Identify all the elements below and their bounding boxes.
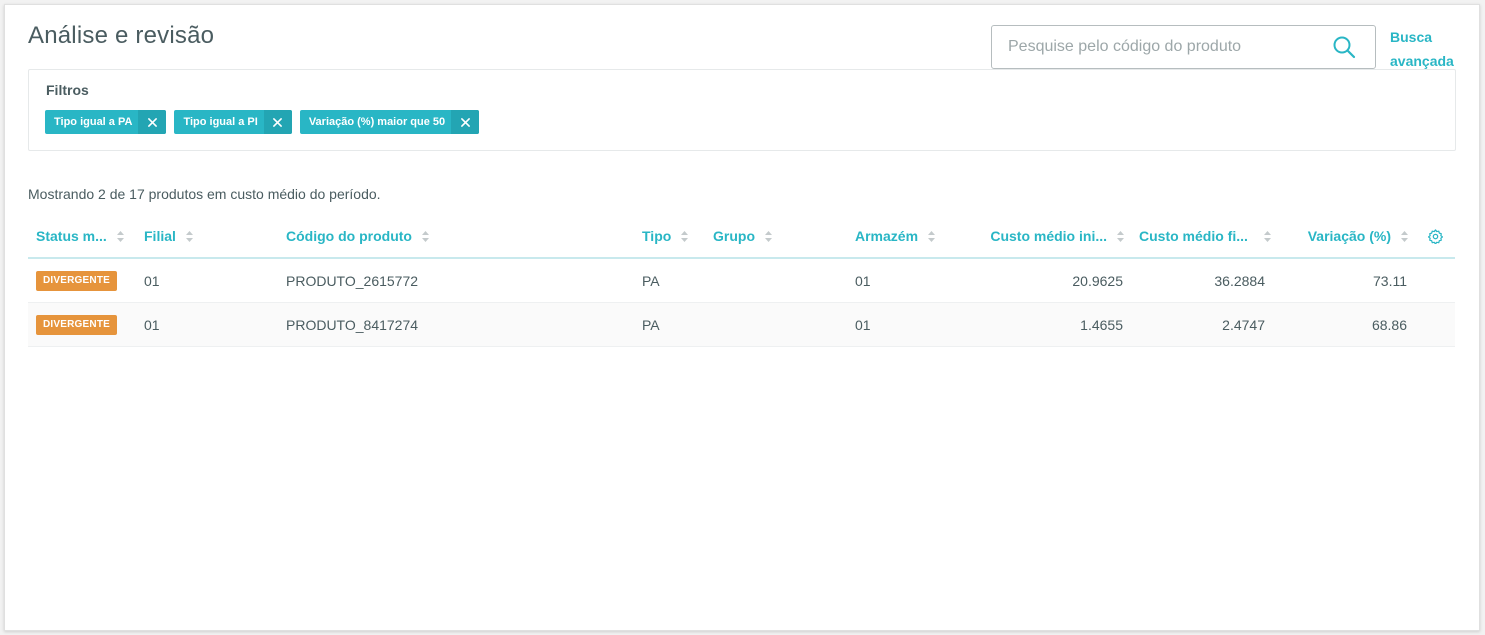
results-summary: Mostrando 2 de 17 produtos em custo médi… (28, 186, 381, 202)
column-label: Armazém (855, 228, 919, 244)
sort-icon (421, 230, 429, 242)
column-header-custo-inicial[interactable]: Custo médio ini... (968, 215, 1124, 257)
column-header-custo-final[interactable]: Custo médio fi... (1139, 215, 1271, 257)
filial-cell: 01 (144, 273, 160, 289)
products-table: Status m... Filial Código do produto Tip… (28, 215, 1455, 347)
page-title: Análise e revisão (28, 22, 215, 49)
column-header-grupo[interactable]: Grupo (713, 215, 772, 257)
sort-icon (1401, 230, 1408, 242)
column-label: Filial (144, 228, 176, 244)
column-label: Tipo (642, 228, 672, 244)
custo-inicial-cell: 1.4655 (1080, 317, 1123, 333)
custo-inicial-cell: 20.9625 (1072, 273, 1123, 289)
filter-chip: Variação (%) maior que 50 (299, 110, 480, 134)
table-row[interactable]: DIVERGENTE 01 PRODUTO_2615772 PA 01 20.9… (28, 259, 1455, 303)
close-icon (460, 117, 470, 127)
custo-final-cell: 2.4747 (1222, 317, 1265, 333)
table-header: Status m... Filial Código do produto Tip… (28, 215, 1455, 259)
advanced-search-link[interactable]: Busca avançada (1390, 25, 1460, 73)
column-header-variacao[interactable]: Variação (%) (1288, 215, 1408, 257)
sort-icon (765, 230, 772, 242)
advanced-search-line1: Busca (1390, 29, 1433, 45)
column-header-tipo[interactable]: Tipo (642, 215, 689, 257)
sort-icon (928, 230, 936, 242)
table-row[interactable]: DIVERGENTE 01 PRODUTO_8417274 PA 01 1.46… (28, 303, 1455, 347)
filter-chip: Tipo igual a PA (45, 110, 167, 134)
sort-icon (1117, 230, 1124, 242)
search-input[interactable] (993, 27, 1323, 67)
tipo-cell: PA (642, 317, 660, 333)
sort-icon (116, 230, 124, 242)
armazem-cell: 01 (855, 317, 871, 333)
search-box (991, 25, 1376, 69)
sort-icon (681, 230, 689, 242)
filter-chip: Tipo igual a PI (174, 110, 292, 134)
custo-final-cell: 36.2884 (1214, 273, 1265, 289)
filter-chips: Tipo igual a PA Tipo igual a PI Variação… (45, 110, 480, 134)
filter-chip-label: Variação (%) maior que 50 (308, 116, 446, 128)
filters-panel: Filtros Tipo igual a PA Tipo igual a PI … (28, 69, 1456, 151)
variacao-cell: 68.86 (1371, 317, 1407, 333)
status-badge: DIVERGENTE (36, 315, 118, 335)
column-header-status[interactable]: Status m... (36, 215, 128, 257)
column-label: Status m... (36, 228, 107, 244)
filter-chip-label: Tipo igual a PA (54, 116, 133, 128)
column-label: Grupo (713, 228, 755, 244)
chip-close-button[interactable] (451, 110, 480, 134)
chip-close-button[interactable] (138, 110, 167, 134)
column-header-armazem[interactable]: Armazém (855, 215, 936, 257)
column-label: Variação (%) (1307, 228, 1391, 244)
chip-close-button[interactable] (263, 110, 292, 134)
tipo-cell: PA (642, 273, 660, 289)
sort-icon (185, 230, 193, 242)
column-header-codigo[interactable]: Código do produto (286, 215, 429, 257)
armazem-cell: 01 (855, 273, 871, 289)
filter-chip-label: Tipo igual a PI (183, 116, 258, 128)
column-label: Custo médio ini... (990, 228, 1107, 244)
column-header-filial[interactable]: Filial (144, 215, 193, 257)
status-cell: DIVERGENTE (36, 259, 118, 303)
status-cell: DIVERGENTE (36, 303, 118, 347)
variacao-cell: 73.11 (1373, 273, 1407, 289)
status-badge: DIVERGENTE (36, 271, 118, 291)
close-icon (148, 117, 157, 127)
sort-icon (1263, 230, 1271, 242)
filters-title: Filtros (46, 82, 89, 98)
filial-cell: 01 (144, 317, 160, 333)
column-label: Custo médio fi... (1139, 228, 1248, 244)
gear-icon[interactable] (1428, 229, 1443, 244)
search-icon[interactable] (1332, 35, 1356, 59)
column-label: Código do produto (286, 228, 412, 244)
codigo-cell: PRODUTO_8417274 (286, 317, 419, 333)
codigo-cell: PRODUTO_2615772 (286, 273, 419, 289)
close-icon (273, 117, 283, 127)
